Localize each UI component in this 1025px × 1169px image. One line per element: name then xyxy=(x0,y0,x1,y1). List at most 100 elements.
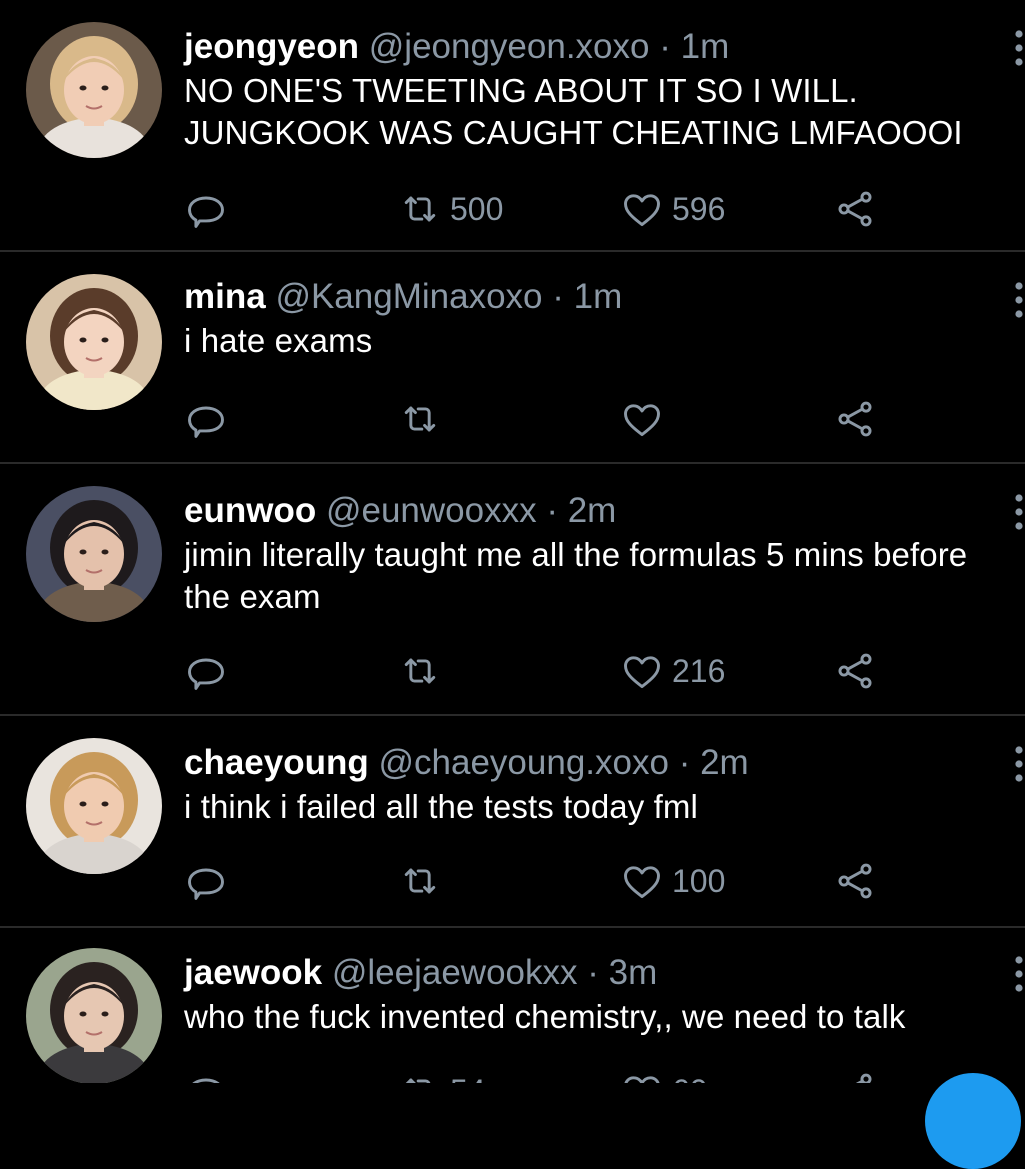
reply-button[interactable] xyxy=(184,646,228,696)
like-count: 596 xyxy=(672,190,726,227)
tweet-menu-button[interactable] xyxy=(1013,954,1025,994)
tweet-timestamp[interactable]: 3m xyxy=(609,953,658,992)
avatar-photo xyxy=(26,738,162,874)
retweet-count: 500 xyxy=(450,190,504,227)
share-button[interactable] xyxy=(833,184,877,234)
display-name[interactable]: jaewook xyxy=(184,953,322,992)
tweet-menu-button[interactable] xyxy=(1013,492,1025,532)
tweet-actions: 100 xyxy=(0,856,1025,906)
avatar[interactable] xyxy=(26,738,162,874)
tweet-menu-button[interactable] xyxy=(1013,280,1025,320)
tweet[interactable]: mina @KangMinaxoxo · 1m i hate exams xyxy=(0,252,1025,464)
tweet-actions: 54 60 xyxy=(0,1066,1025,1083)
avatar-photo xyxy=(26,274,162,410)
tweet-header: jaewook @leejaewookxx · 3m xyxy=(184,952,1005,994)
heart-icon xyxy=(624,404,660,437)
reply-icon xyxy=(188,658,224,690)
reply-button[interactable] xyxy=(184,394,228,444)
separator-dot: · xyxy=(659,27,671,66)
retweet-button[interactable]: 500 xyxy=(398,184,503,234)
retweet-button[interactable]: 54 xyxy=(398,1066,486,1083)
like-button[interactable]: 60 xyxy=(620,1066,708,1083)
tweet-content: mina @KangMinaxoxo · 1m i hate exams xyxy=(184,276,1005,362)
avatar[interactable] xyxy=(26,948,162,1083)
heart-icon xyxy=(624,1076,660,1083)
retweet-button[interactable] xyxy=(398,856,442,906)
reply-button[interactable] xyxy=(184,856,228,906)
like-button[interactable]: 100 xyxy=(620,856,725,906)
retweet-button[interactable] xyxy=(398,394,442,444)
like-button[interactable]: 216 xyxy=(620,646,725,696)
tweet-text: NO ONE'S TWEETING ABOUT IT SO I WILL. JU… xyxy=(184,72,963,151)
compose-tweet-button[interactable] xyxy=(925,1073,1021,1169)
reply-icon xyxy=(188,406,224,438)
more-vertical-icon xyxy=(1015,956,1023,992)
display-name[interactable]: jeongyeon xyxy=(184,27,359,66)
share-button[interactable] xyxy=(833,394,877,444)
retweet-icon xyxy=(405,1078,431,1083)
more-vertical-icon xyxy=(1015,30,1023,66)
tweet[interactable]: jaewook @leejaewookxx · 3m who the fuck i… xyxy=(0,928,1025,1083)
tweet-content: chaeyoung @chaeyoung.xoxo · 2m i think i … xyxy=(184,742,1005,828)
tweet-text: jimin literally taught me all the formul… xyxy=(184,536,968,615)
tweet-timestamp[interactable]: 1m xyxy=(681,27,730,66)
like-button[interactable]: 596 xyxy=(620,184,725,234)
share-button[interactable] xyxy=(833,856,877,906)
like-button[interactable] xyxy=(620,394,664,444)
tweet-timestamp[interactable]: 1m xyxy=(574,277,623,316)
tweet-menu-button[interactable] xyxy=(1013,744,1025,784)
user-handle[interactable]: @chaeyoung.xoxo xyxy=(379,743,669,782)
tweet-header: jeongyeon @jeongyeon.xoxo · 1m xyxy=(184,26,1005,68)
like-count: 216 xyxy=(672,652,726,689)
display-name[interactable]: eunwoo xyxy=(184,491,316,530)
tweet-actions: 216 xyxy=(0,646,1025,696)
reply-button[interactable] xyxy=(184,184,228,234)
like-count: 60 xyxy=(672,1073,708,1084)
display-name[interactable]: chaeyoung xyxy=(184,743,369,782)
tweet[interactable]: eunwoo @eunwooxxx · 2m jimin literally ta… xyxy=(0,464,1025,716)
avatar[interactable] xyxy=(26,22,162,158)
like-count: 100 xyxy=(672,862,726,899)
user-handle[interactable]: @eunwooxxx xyxy=(326,491,537,530)
tweet-content: eunwoo @eunwooxxx · 2m jimin literally ta… xyxy=(184,490,1005,618)
retweet-icon xyxy=(404,868,436,894)
tweet-menu-button[interactable] xyxy=(1013,28,1025,68)
separator-dot: · xyxy=(678,743,691,782)
tweet-text: i think i failed all the tests today fml xyxy=(184,788,698,825)
display-name[interactable]: mina xyxy=(184,277,266,316)
user-handle[interactable]: @leejaewookxx xyxy=(332,953,578,992)
tweet-header: mina @KangMinaxoxo · 1m xyxy=(184,276,1005,318)
tweet-text: who the fuck invented chemistry,, we nee… xyxy=(184,998,906,1035)
more-vertical-icon xyxy=(1015,282,1023,318)
more-vertical-icon xyxy=(1015,494,1023,530)
tweet-timestamp[interactable]: 2m xyxy=(700,743,749,782)
share-icon xyxy=(838,191,872,227)
retweet-button[interactable] xyxy=(398,646,442,696)
share-button[interactable] xyxy=(833,646,877,696)
tweet-actions xyxy=(0,394,1025,444)
heart-icon xyxy=(624,194,660,227)
reply-icon xyxy=(192,1078,220,1083)
tweet[interactable]: jeongyeon @jeongyeon.xoxo · 1m NO ONE'S T… xyxy=(0,0,1025,252)
share-icon xyxy=(855,1073,872,1083)
separator-dot: · xyxy=(552,277,564,316)
share-icon xyxy=(838,863,872,899)
tweet-timestamp[interactable]: 2m xyxy=(568,491,617,530)
avatar-photo xyxy=(26,486,162,622)
avatar[interactable] xyxy=(26,486,162,622)
avatar-photo xyxy=(26,948,162,1083)
tweet[interactable]: chaeyoung @chaeyoung.xoxo · 2m i think i … xyxy=(0,716,1025,928)
avatar[interactable] xyxy=(26,274,162,410)
tweet-header: chaeyoung @chaeyoung.xoxo · 2m xyxy=(184,742,1005,784)
reply-button[interactable] xyxy=(184,1066,228,1083)
user-handle[interactable]: @KangMinaxoxo xyxy=(275,277,542,316)
retweet-icon xyxy=(404,406,436,432)
share-button[interactable] xyxy=(833,1066,877,1083)
share-icon xyxy=(838,401,872,437)
retweet-icon xyxy=(404,196,436,222)
separator-dot: · xyxy=(546,491,558,530)
tweet-actions: 500 596 xyxy=(0,184,1025,234)
reply-icon xyxy=(188,196,224,228)
user-handle[interactable]: @jeongyeon.xoxo xyxy=(369,27,650,66)
more-vertical-icon xyxy=(1015,746,1023,782)
